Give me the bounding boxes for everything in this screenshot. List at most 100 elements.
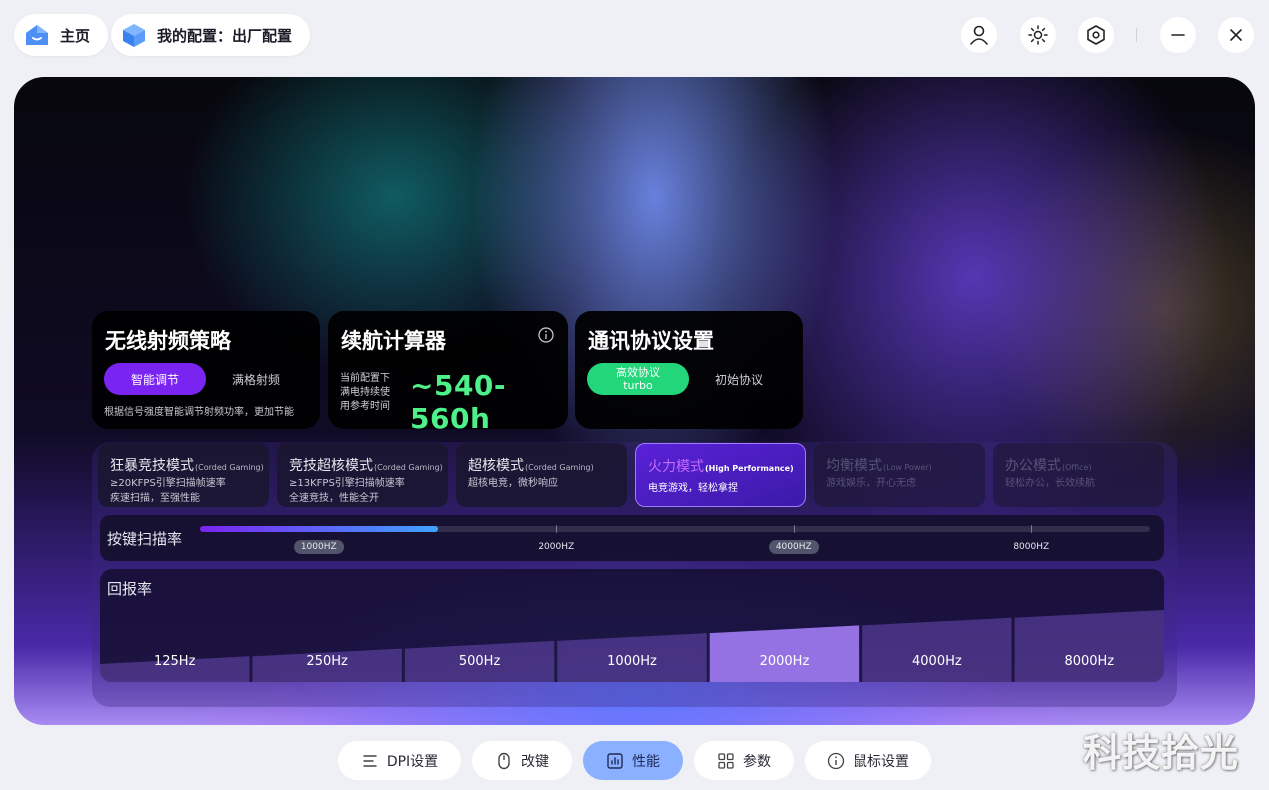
account-button[interactable] — [961, 17, 997, 53]
grid-icon — [718, 752, 734, 769]
mode-description: 游戏娱乐，开心无虑 — [826, 478, 916, 489]
minimize-button[interactable] — [1160, 17, 1196, 53]
mode-name: 狂暴竞技模式 — [110, 458, 194, 474]
polling-rate-option[interactable]: 8000Hz — [1064, 654, 1114, 669]
mode-name: 均衡模式 — [826, 458, 882, 474]
mode-description: 轻松办公，长效续航 — [1005, 478, 1095, 489]
info-icon[interactable] — [538, 327, 554, 343]
tab-parameters-label: 参数 — [743, 753, 771, 770]
polling-rate-option[interactable]: 2000Hz — [760, 654, 810, 669]
scan-rate-slider[interactable] — [200, 525, 1150, 533]
default-protocol-button[interactable]: 初始协议 — [715, 371, 763, 388]
mode-card[interactable]: 竞技超核模式(Corded Gaming) ≥13KFPS引擎扫描帧速率 全速竞技，… — [277, 443, 448, 507]
mode-description: 全速竞技，性能全开 — [289, 493, 379, 504]
mode-title: 办公模式(Office) — [1005, 455, 1164, 475]
scan-rate-label: 按键扫描率 — [107, 530, 183, 548]
mode-title: 火力模式(High Performance) — [648, 456, 805, 476]
scan-rate-tick — [793, 525, 795, 533]
mode-tag: (Low Power) — [883, 463, 932, 472]
tab-mouse-settings[interactable]: 鼠标设置 — [805, 741, 931, 780]
tab-parameters[interactable]: 参数 — [694, 741, 794, 780]
home-icon — [24, 22, 50, 48]
polling-rate-option[interactable]: 125Hz — [154, 654, 195, 669]
performance-panel: 无线射频策略 智能调节 满格射频 根据信号强度智能调节射频功率，更加节能 续航计… — [14, 77, 1255, 725]
key-scan-rate-bar: 按键扫描率 1000HZ 2000HZ 4000HZ 8000HZ — [100, 515, 1164, 561]
polling-rate-bar[interactable] — [1014, 610, 1164, 682]
mode-card[interactable]: 超核模式(Corded Gaming) 超核电竞，微秒响应 — [456, 443, 627, 507]
mode-tag: (Corded Gaming) — [374, 463, 443, 472]
home-button[interactable]: 主页 — [14, 14, 109, 56]
polling-rate-option[interactable]: 4000Hz — [912, 654, 962, 669]
mode-description: 疾速扫描，至强性能 — [110, 493, 200, 504]
scan-rate-tick — [556, 525, 558, 533]
turbo-protocol-button[interactable]: 高效协议 turbo — [587, 363, 689, 395]
polling-rate-bar[interactable] — [862, 617, 1012, 682]
sun-icon — [1028, 25, 1048, 45]
tab-dpi-settings[interactable]: DPI设置 — [338, 741, 461, 780]
hex-settings-icon — [1087, 25, 1105, 45]
battery-note-line2: 满电持续使 — [340, 387, 390, 398]
battery-estimate-value: ~540-560h — [410, 369, 507, 435]
protocol-settings-card: 通讯协议设置 高效协议 turbo 初始协议 — [575, 311, 803, 429]
config-label: 我的配置：出厂配置 — [157, 26, 293, 45]
mode-title: 均衡模式(Low Power) — [826, 455, 985, 475]
rf-card-title: 无线射频策略 — [105, 329, 231, 353]
tab-dpi-label: DPI设置 — [386, 753, 439, 770]
mode-card[interactable]: 火力模式(High Performance) 电竞游戏，轻松拿捏 — [635, 443, 806, 507]
mode-tag: (High Performance) — [705, 464, 794, 473]
full-rf-button[interactable]: 满格射频 — [232, 371, 280, 388]
mode-description: 电竞游戏，轻松拿捏 — [648, 483, 738, 494]
protocol-card-title: 通讯协议设置 — [588, 329, 714, 353]
polling-rate-section: 回报率 125Hz 250Hz 500Hz 1000Hz 2000Hz 4000Hz 800… — [100, 569, 1164, 682]
close-icon — [1230, 29, 1242, 41]
tab-key-mapping-label: 改键 — [521, 753, 549, 770]
performance-chart-icon — [607, 752, 623, 769]
mode-name: 火力模式 — [648, 459, 704, 475]
mode-card[interactable]: 办公模式(Office) 轻松办公，长效续航 — [993, 443, 1164, 507]
smart-rf-button[interactable]: 智能调节 — [104, 363, 206, 395]
polling-rate-label: 回报率 — [107, 580, 153, 598]
config-selector[interactable]: 我的配置：出厂配置 — [111, 14, 311, 56]
scan-rate-fill — [200, 526, 438, 532]
mode-description: 超核电竞，微秒响应 — [468, 478, 558, 489]
close-button[interactable] — [1218, 17, 1254, 53]
mode-card[interactable]: 狂暴竞技模式(Corded Gaming) ≥20KFPS引擎扫描帧速率 疾速扫描，… — [98, 443, 269, 507]
tab-key-mapping[interactable]: 改键 — [472, 741, 572, 780]
mode-name: 办公模式 — [1005, 458, 1061, 474]
home-label: 主页 — [60, 26, 91, 45]
turbo-protocol-label: 高效协议 — [616, 366, 660, 379]
mode-tag: (Office) — [1062, 463, 1092, 472]
user-icon — [970, 25, 988, 45]
rf-description: 根据信号强度智能调节射频功率，更加节能 — [104, 407, 294, 418]
scan-rate-option[interactable]: 8000HZ — [1006, 540, 1056, 554]
battery-note-line1: 当前配置下 — [340, 373, 390, 384]
mouse-icon — [498, 752, 510, 769]
mode-title: 超核模式(Corded Gaming) — [468, 455, 627, 475]
mode-name: 竞技超核模式 — [289, 458, 373, 474]
cube-icon — [121, 22, 147, 48]
mode-name: 超核模式 — [468, 458, 524, 474]
scan-rate-tick — [1031, 525, 1033, 533]
mode-title: 狂暴竞技模式(Corded Gaming) — [110, 455, 269, 475]
rf-strategy-card: 无线射频策略 智能调节 满格射频 根据信号强度智能调节射频功率，更加节能 — [92, 311, 320, 429]
polling-rate-option[interactable]: 1000Hz — [607, 654, 657, 669]
mode-description: ≥13KFPS引擎扫描帧速率 — [289, 478, 405, 489]
mode-title: 竞技超核模式(Corded Gaming) — [289, 455, 448, 475]
battery-note-line3: 用参考时间 — [340, 401, 390, 412]
minimize-icon — [1171, 34, 1185, 36]
tab-performance[interactable]: 性能 — [583, 741, 683, 780]
top-bar: 主页 我的配置：出厂配置 — [0, 0, 1269, 70]
polling-rate-option[interactable]: 500Hz — [459, 654, 500, 669]
battery-calculator-card: 续航计算器 当前配置下 满电持续使 用参考时间 ~540-560h — [328, 311, 568, 435]
tab-performance-label: 性能 — [632, 753, 660, 770]
mode-card[interactable]: 均衡模式(Low Power) 游戏娱乐，开心无虑 — [814, 443, 985, 507]
toolbar-divider — [1136, 28, 1137, 42]
polling-rate-option[interactable]: 250Hz — [306, 654, 347, 669]
mode-tag: (Corded Gaming) — [195, 463, 264, 472]
scan-rate-option[interactable]: 4000HZ — [768, 540, 819, 554]
lighting-button[interactable] — [1020, 17, 1056, 53]
scan-rate-option[interactable]: 2000HZ — [531, 540, 581, 554]
settings-button[interactable] — [1078, 17, 1114, 53]
scan-rate-option[interactable]: 1000HZ — [293, 540, 344, 554]
info-circle-icon — [827, 752, 845, 769]
